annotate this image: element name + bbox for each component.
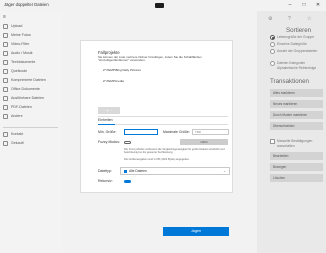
recursive-label: Rekursiv: xyxy=(98,179,113,183)
sidebar-item[interactable]: PDF-Dateien xyxy=(3,103,32,111)
sidebar-item[interactable]: Quellcode xyxy=(3,67,27,75)
sidebar-item-label: Textdokumente xyxy=(11,60,36,64)
sort-option-label: Dateien Kategorien Alphabetische Reihenf… xyxy=(277,61,317,70)
sidebar-item-label: Office-Dokumente xyxy=(11,87,40,91)
right-panel xyxy=(257,11,326,253)
help-icon[interactable]: ? xyxy=(288,16,291,22)
sidebar-item[interactable]: Office-Dokumente xyxy=(3,85,40,93)
hamburger-icon[interactable]: ≡ xyxy=(3,14,6,20)
select-pattern-button[interactable]: Durch Muster markieren xyxy=(270,111,323,119)
sidebar-item-label: PDF-Dateien xyxy=(11,105,32,109)
sidebar-item-label: Upload xyxy=(11,24,23,28)
sidebar-item-label: Andere xyxy=(11,114,23,118)
divider xyxy=(98,116,228,117)
max-size-input[interactable]: TBD xyxy=(192,129,229,135)
sidebar-item[interactable]: Meine Fotos xyxy=(3,31,31,39)
sidebar-item-label: Kontakt xyxy=(11,132,24,136)
sidebar-divider xyxy=(3,127,58,128)
maximize-icon[interactable]: □ xyxy=(300,1,308,9)
max-size-label: Maximale Größe: xyxy=(163,130,190,134)
sidebar-item-label: Audio / Musik xyxy=(11,51,33,55)
folder-item[interactable]: Z:\TEMP\media xyxy=(103,79,124,83)
chevron-down-icon: ⌄ xyxy=(223,169,226,173)
move-button[interactable]: Bewegen xyxy=(270,163,323,171)
minimize-icon[interactable]: – xyxy=(286,1,294,9)
add-remove-buttons: ＋ − xyxy=(98,107,120,114)
document-icon xyxy=(3,59,8,65)
sidebar-item-label: Video-Filter xyxy=(11,42,30,46)
filetype-label: Dateityp: xyxy=(98,169,112,173)
overlap-button[interactable]: Überschneiden xyxy=(270,122,323,130)
recursive-toggle[interactable] xyxy=(124,179,131,183)
sort-option-label: Lebensgröße der Gruppe xyxy=(277,35,315,39)
sidebar-item-label: Ausführbare Dateien xyxy=(11,96,44,100)
sidebar-item[interactable]: Komprimierte Dateien xyxy=(3,76,46,84)
gear-icon[interactable]: ⚙ xyxy=(268,16,272,22)
filetype-dropdown[interactable]: Alle Dateien ⌄ xyxy=(120,167,230,175)
edit-button[interactable]: Bearbeiten xyxy=(270,152,323,160)
sidebar-item-label: Gekauft xyxy=(11,141,24,145)
folder-item[interactable]: Z:\TEMP\Bing Daily Pictures xyxy=(103,68,141,72)
sort-option-label: Anzahl der Gruppendateien xyxy=(277,49,318,53)
sort-radio-file-count[interactable] xyxy=(270,49,275,54)
star-icon[interactable]: ☆ xyxy=(307,16,311,22)
fuzzy-label: Fuzzy-Modus: xyxy=(98,140,120,144)
sidebar-item[interactable]: Upload xyxy=(3,22,22,30)
sidebar-item-label: Meine Fotos xyxy=(11,33,31,37)
sort-radio-alphabetical[interactable] xyxy=(270,61,275,66)
tab-indicator xyxy=(98,123,115,125)
center-handle[interactable] xyxy=(155,3,164,8)
filetype-value: Alle Dateien xyxy=(129,169,147,173)
sort-option-label: Einzelne Dateigröße xyxy=(277,42,307,46)
sort-radio-file-size[interactable] xyxy=(270,42,275,47)
size-hint: Die Größenangaben sind in KB (1024 Bytes… xyxy=(124,158,190,161)
fuzzy-value-field[interactable]: 100% xyxy=(180,139,228,145)
divider xyxy=(98,124,228,125)
close-icon[interactable]: ✕ xyxy=(314,1,322,9)
title-bar: Jäger doppelter Dateien – □ ✕ xyxy=(0,0,326,11)
plus-icon[interactable]: ＋ xyxy=(105,108,109,114)
description-text: Sie können der Liste mehrere Ordner hinz… xyxy=(98,55,202,63)
delete-button[interactable]: Löschen xyxy=(270,174,323,182)
sort-title: Sortieren xyxy=(286,27,312,34)
sidebar-item[interactable]: Andere xyxy=(3,112,23,120)
video-icon xyxy=(3,41,8,47)
window-title: Jäger doppelter Dateien xyxy=(4,2,49,7)
archive-icon xyxy=(3,77,8,83)
file-icon xyxy=(124,169,127,173)
sidebar-item[interactable]: Video-Filter xyxy=(3,40,29,48)
tab-units[interactable]: Einheiten xyxy=(98,118,113,122)
executable-icon xyxy=(3,95,8,101)
min-size-input[interactable] xyxy=(124,129,158,135)
transfer-title: Transaktionen xyxy=(270,78,309,85)
fuzzy-toggle[interactable] xyxy=(124,140,131,144)
manual-confirm-checkbox[interactable] xyxy=(270,139,275,144)
music-icon xyxy=(3,50,8,56)
sort-radio-group-size[interactable] xyxy=(270,35,275,40)
photo-icon xyxy=(3,32,8,38)
upload-icon xyxy=(3,23,8,29)
sidebar-item[interactable]: Ausführbare Dateien xyxy=(3,94,44,102)
minus-icon[interactable]: − xyxy=(110,108,112,113)
select-new-button[interactable]: Neues markieren xyxy=(270,100,323,108)
search-button[interactable]: Jagen xyxy=(163,227,229,236)
fuzzy-hint: Der Fuzzy-Modus verbessert die Vergleich… xyxy=(124,148,225,154)
code-icon xyxy=(3,68,8,74)
sidebar-item[interactable]: Kontakt xyxy=(3,130,23,138)
other-icon xyxy=(3,113,8,119)
radio-dot xyxy=(271,36,274,39)
sidebar-item-label: Quellcode xyxy=(11,69,28,73)
sidebar-item[interactable]: Gekauft xyxy=(3,139,24,147)
select-all-button[interactable]: Alles markieren xyxy=(270,89,323,97)
cart-icon xyxy=(3,140,8,146)
sidebar-item-label: Komprimierte Dateien xyxy=(11,78,46,82)
sidebar-item[interactable]: Textdokumente xyxy=(3,58,35,66)
manual-confirm-label: Manuelle Bestätigungen ausschalten xyxy=(277,139,313,148)
min-size-label: Min. Größe: xyxy=(98,130,117,134)
mail-icon xyxy=(3,131,8,137)
office-icon xyxy=(3,86,8,92)
sidebar-item[interactable]: Audio / Musik xyxy=(3,49,33,57)
pdf-icon xyxy=(3,104,8,110)
